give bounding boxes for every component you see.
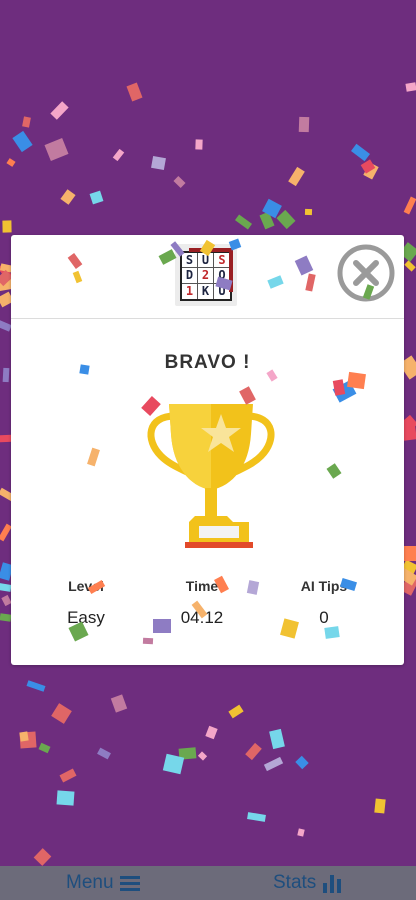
confetti-piece <box>51 703 72 724</box>
confetti-piece <box>374 798 386 814</box>
confetti-piece <box>97 747 111 760</box>
hamburger-icon <box>119 876 140 891</box>
confetti-piece <box>0 583 12 592</box>
confetti-piece <box>162 753 185 775</box>
logo-letter: 1 <box>182 283 198 299</box>
logo-letter: D <box>182 268 198 284</box>
stat-label: Time <box>185 578 219 594</box>
confetti-piece <box>404 546 416 561</box>
confetti-piece <box>197 751 208 761</box>
logo-letter: K <box>198 283 214 299</box>
dialog-title: BRAVO ! <box>164 352 251 373</box>
sudoku-logo: S U S D 2 O 1 K U <box>175 244 237 306</box>
confetti-piece <box>404 260 416 272</box>
confetti-piece <box>247 812 266 822</box>
confetti-piece <box>178 747 197 760</box>
logo-letter: O <box>214 268 230 284</box>
close-button[interactable] <box>337 244 395 302</box>
confetti-piece <box>402 426 416 441</box>
confetti-piece <box>205 725 218 740</box>
bottom-navigation: Menu Stats <box>0 866 416 900</box>
confetti-piece <box>351 143 370 162</box>
confetti-piece <box>110 694 128 713</box>
confetti-piece <box>12 130 33 153</box>
confetti-piece <box>173 176 186 188</box>
logo-letter: U <box>218 284 226 299</box>
confetti-piece <box>6 158 16 167</box>
confetti-piece <box>263 756 284 772</box>
confetti-piece <box>19 731 29 742</box>
confetti-piece <box>89 190 104 205</box>
confetti-piece <box>126 82 143 102</box>
stat-value: 0 <box>319 608 329 627</box>
trophy-icon <box>147 404 275 548</box>
stat-label: Level <box>68 578 104 594</box>
stats-button[interactable]: Stats <box>273 872 342 894</box>
confetti-piece <box>269 728 285 750</box>
logo-letter: U <box>198 253 214 269</box>
stats-label: Stats <box>273 872 317 893</box>
confetti-piece <box>245 742 262 761</box>
confetti-piece <box>22 116 31 128</box>
victory-dialog: S U S D 2 O 1 K U BRAVO ! Level Easy Tim… <box>11 235 404 665</box>
menu-label: Menu <box>66 872 114 893</box>
confetti-piece <box>262 198 282 219</box>
confetti-piece <box>0 319 12 332</box>
confetti-piece <box>363 162 379 180</box>
stat-value: 04:12 <box>180 608 224 627</box>
stat-ai-tips: AI Tips 0 <box>264 578 384 628</box>
confetti-piece <box>234 214 253 230</box>
confetti-piece <box>304 208 313 216</box>
stat-value: Easy <box>67 608 105 627</box>
confetti-piece <box>403 196 416 215</box>
confetti-piece <box>56 790 75 806</box>
confetti-piece <box>360 159 376 174</box>
confetti-piece <box>112 148 125 162</box>
confetti-piece <box>405 82 416 92</box>
close-icon <box>337 244 395 302</box>
confetti-piece <box>38 742 51 754</box>
logo-letter: 2 <box>198 268 214 284</box>
confetti-piece <box>297 828 305 837</box>
confetti-piece <box>60 189 76 205</box>
confetti-piece <box>288 166 305 187</box>
confetti-piece <box>2 220 12 233</box>
confetti-piece <box>259 211 275 230</box>
logo-letter: S <box>214 253 230 269</box>
bar-chart-icon <box>323 875 342 893</box>
stat-label: AI Tips <box>300 578 348 594</box>
logo-grid: S U S D 2 O 1 K U <box>180 251 232 301</box>
confetti-piece <box>19 731 37 749</box>
confetti-piece <box>298 116 310 133</box>
confetti-piece <box>151 155 166 171</box>
confetti-piece <box>50 101 69 120</box>
confetti-piece <box>295 755 309 770</box>
stat-time: Time 04:12 <box>142 578 262 628</box>
confetti-piece <box>2 367 10 383</box>
logo-letter: S <box>182 253 198 269</box>
confetti-piece <box>195 139 203 150</box>
confetti-piece <box>276 209 296 230</box>
confetti-piece <box>0 613 12 622</box>
confetti-piece <box>44 138 69 161</box>
confetti-piece <box>33 848 52 866</box>
confetti-piece <box>228 704 244 719</box>
confetti-piece <box>26 680 46 692</box>
menu-button[interactable]: Menu <box>66 872 140 894</box>
stat-level: Level Easy <box>26 578 146 628</box>
confetti-piece <box>59 768 77 783</box>
dialog-header: S U S D 2 O 1 K U <box>11 235 404 319</box>
